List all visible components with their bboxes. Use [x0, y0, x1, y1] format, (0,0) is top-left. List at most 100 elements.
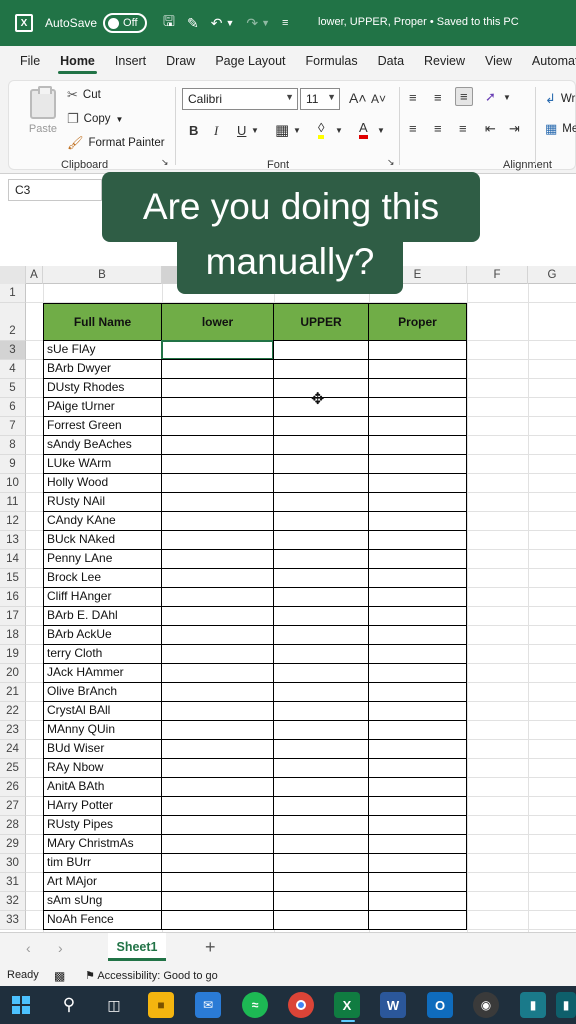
wrap-text-button[interactable]: ↲ Wr — [545, 91, 575, 107]
row-header[interactable]: 13 — [0, 531, 26, 550]
lower-cell[interactable] — [161, 587, 274, 607]
lower-cell[interactable] — [161, 625, 274, 645]
search-icon[interactable]: ⚲ — [56, 992, 82, 1018]
copy-button[interactable]: ❐ Copy ▼ — [67, 111, 123, 127]
font-color-icon[interactable]: A — [359, 121, 368, 139]
align-bottom-icon[interactable]: ≡ — [455, 87, 473, 106]
full-name-cell[interactable]: Forrest Green — [43, 416, 162, 436]
proper-cell[interactable] — [368, 625, 467, 645]
full-name-cell[interactable]: RAy Nbow — [43, 758, 162, 778]
lower-cell[interactable] — [161, 701, 274, 721]
upper-cell[interactable] — [273, 701, 369, 721]
bold-icon[interactable]: B — [189, 123, 198, 138]
upper-cell[interactable] — [273, 606, 369, 626]
tab-draw[interactable]: Draw — [156, 46, 205, 76]
full-name-cell[interactable]: HArry Potter — [43, 796, 162, 816]
row-header[interactable]: 19 — [0, 645, 26, 664]
orientation-icon[interactable]: ➚ — [485, 89, 496, 105]
proper-cell[interactable] — [368, 663, 467, 683]
full-name-cell[interactable]: DUsty Rhodes — [43, 378, 162, 398]
proper-cell[interactable] — [368, 530, 467, 550]
orientation-dropdown-icon[interactable]: ▼ — [503, 93, 511, 102]
proper-cell[interactable] — [368, 910, 467, 930]
row-header[interactable]: 27 — [0, 797, 26, 816]
proper-cell[interactable] — [368, 758, 467, 778]
align-left-icon[interactable]: ≡ — [409, 121, 417, 136]
upper-cell[interactable] — [273, 758, 369, 778]
full-name-cell[interactable]: BArb AckUe — [43, 625, 162, 645]
align-top-icon[interactable]: ≡ — [409, 90, 417, 105]
borders-dropdown-icon[interactable]: ▼ — [293, 126, 301, 135]
column-header-b[interactable]: B — [43, 266, 162, 284]
accessibility-status[interactable]: ⚑ Accessibility: Good to go — [85, 969, 218, 982]
tab-formulas[interactable]: Formulas — [296, 46, 368, 76]
column-header-a[interactable]: A — [26, 266, 43, 284]
lower-cell[interactable] — [161, 416, 274, 436]
align-middle-icon[interactable]: ≡ — [434, 90, 442, 105]
full-name-cell[interactable]: CrystAl BAll — [43, 701, 162, 721]
upper-cell[interactable] — [273, 644, 369, 664]
row-header[interactable]: 18 — [0, 626, 26, 645]
upper-cell[interactable] — [273, 682, 369, 702]
row-header[interactable]: 14 — [0, 550, 26, 569]
font-launcher-icon[interactable]: ↘ — [387, 157, 395, 168]
row-header[interactable]: 15 — [0, 569, 26, 588]
full-name-cell[interactable]: Holly Wood — [43, 473, 162, 493]
task-view-icon[interactable]: ◫ — [101, 992, 127, 1018]
row-header[interactable]: 33 — [0, 911, 26, 930]
row-header[interactable]: 24 — [0, 740, 26, 759]
align-right-icon[interactable]: ≡ — [459, 121, 467, 136]
row-header[interactable]: 1 — [0, 284, 26, 303]
clipboard-launcher-icon[interactable]: ↘ — [161, 157, 169, 168]
decrease-font-icon[interactable]: A˅ — [371, 92, 386, 106]
header-upper[interactable]: UPPER — [273, 303, 369, 341]
align-center-icon[interactable]: ≡ — [434, 121, 442, 136]
upper-cell[interactable] — [273, 359, 369, 379]
document-title[interactable]: lower, UPPER, Proper • Saved to this PC — [318, 16, 519, 28]
proper-cell[interactable] — [368, 739, 467, 759]
borders-icon[interactable]: ▦ — [275, 121, 289, 139]
full-name-cell[interactable]: Olive BrAnch — [43, 682, 162, 702]
row-header[interactable]: 25 — [0, 759, 26, 778]
lower-cell[interactable] — [161, 492, 274, 512]
spotify-icon[interactable]: ≈ — [242, 992, 268, 1018]
upper-cell[interactable] — [273, 511, 369, 531]
row-header[interactable]: 7 — [0, 417, 26, 436]
row-header[interactable]: 23 — [0, 721, 26, 740]
full-name-cell[interactable]: RUsty NAil — [43, 492, 162, 512]
full-name-cell[interactable]: tim BUrr — [43, 853, 162, 873]
column-header-f[interactable]: F — [467, 266, 528, 284]
upper-cell[interactable] — [273, 834, 369, 854]
lower-cell[interactable] — [161, 682, 274, 702]
lower-cell[interactable] — [161, 340, 274, 360]
row-header[interactable]: 20 — [0, 664, 26, 683]
upper-cell[interactable] — [273, 663, 369, 683]
lower-cell[interactable] — [161, 568, 274, 588]
full-name-cell[interactable]: BUck NAked — [43, 530, 162, 550]
upper-cell[interactable] — [273, 340, 369, 360]
full-name-cell[interactable]: BArb E. DAhl — [43, 606, 162, 626]
full-name-cell[interactable]: sAm sUng — [43, 891, 162, 911]
outlook-taskbar-icon[interactable]: O — [427, 992, 453, 1018]
header-lower[interactable]: lower — [161, 303, 274, 341]
tab-view[interactable]: View — [475, 46, 522, 76]
decrease-indent-icon[interactable]: ⇤ — [485, 121, 496, 137]
full-name-cell[interactable]: terry Cloth — [43, 644, 162, 664]
sheet-tab-sheet1[interactable]: Sheet1 — [108, 933, 166, 961]
lower-cell[interactable] — [161, 378, 274, 398]
upper-cell[interactable] — [273, 796, 369, 816]
add-sheet-icon[interactable]: + — [205, 937, 216, 958]
full-name-cell[interactable]: MAry ChristmAs — [43, 834, 162, 854]
row-header[interactable]: 22 — [0, 702, 26, 721]
proper-cell[interactable] — [368, 511, 467, 531]
proper-cell[interactable] — [368, 473, 467, 493]
row-header[interactable]: 12 — [0, 512, 26, 531]
lower-cell[interactable] — [161, 511, 274, 531]
lower-cell[interactable] — [161, 891, 274, 911]
tab-file[interactable]: File — [10, 46, 50, 76]
font-size-select[interactable]: 11 ▼ — [300, 88, 340, 110]
fill-color-icon[interactable]: ◊ — [318, 121, 325, 139]
proper-cell[interactable] — [368, 720, 467, 740]
upper-cell[interactable] — [273, 891, 369, 911]
upper-cell[interactable] — [273, 720, 369, 740]
